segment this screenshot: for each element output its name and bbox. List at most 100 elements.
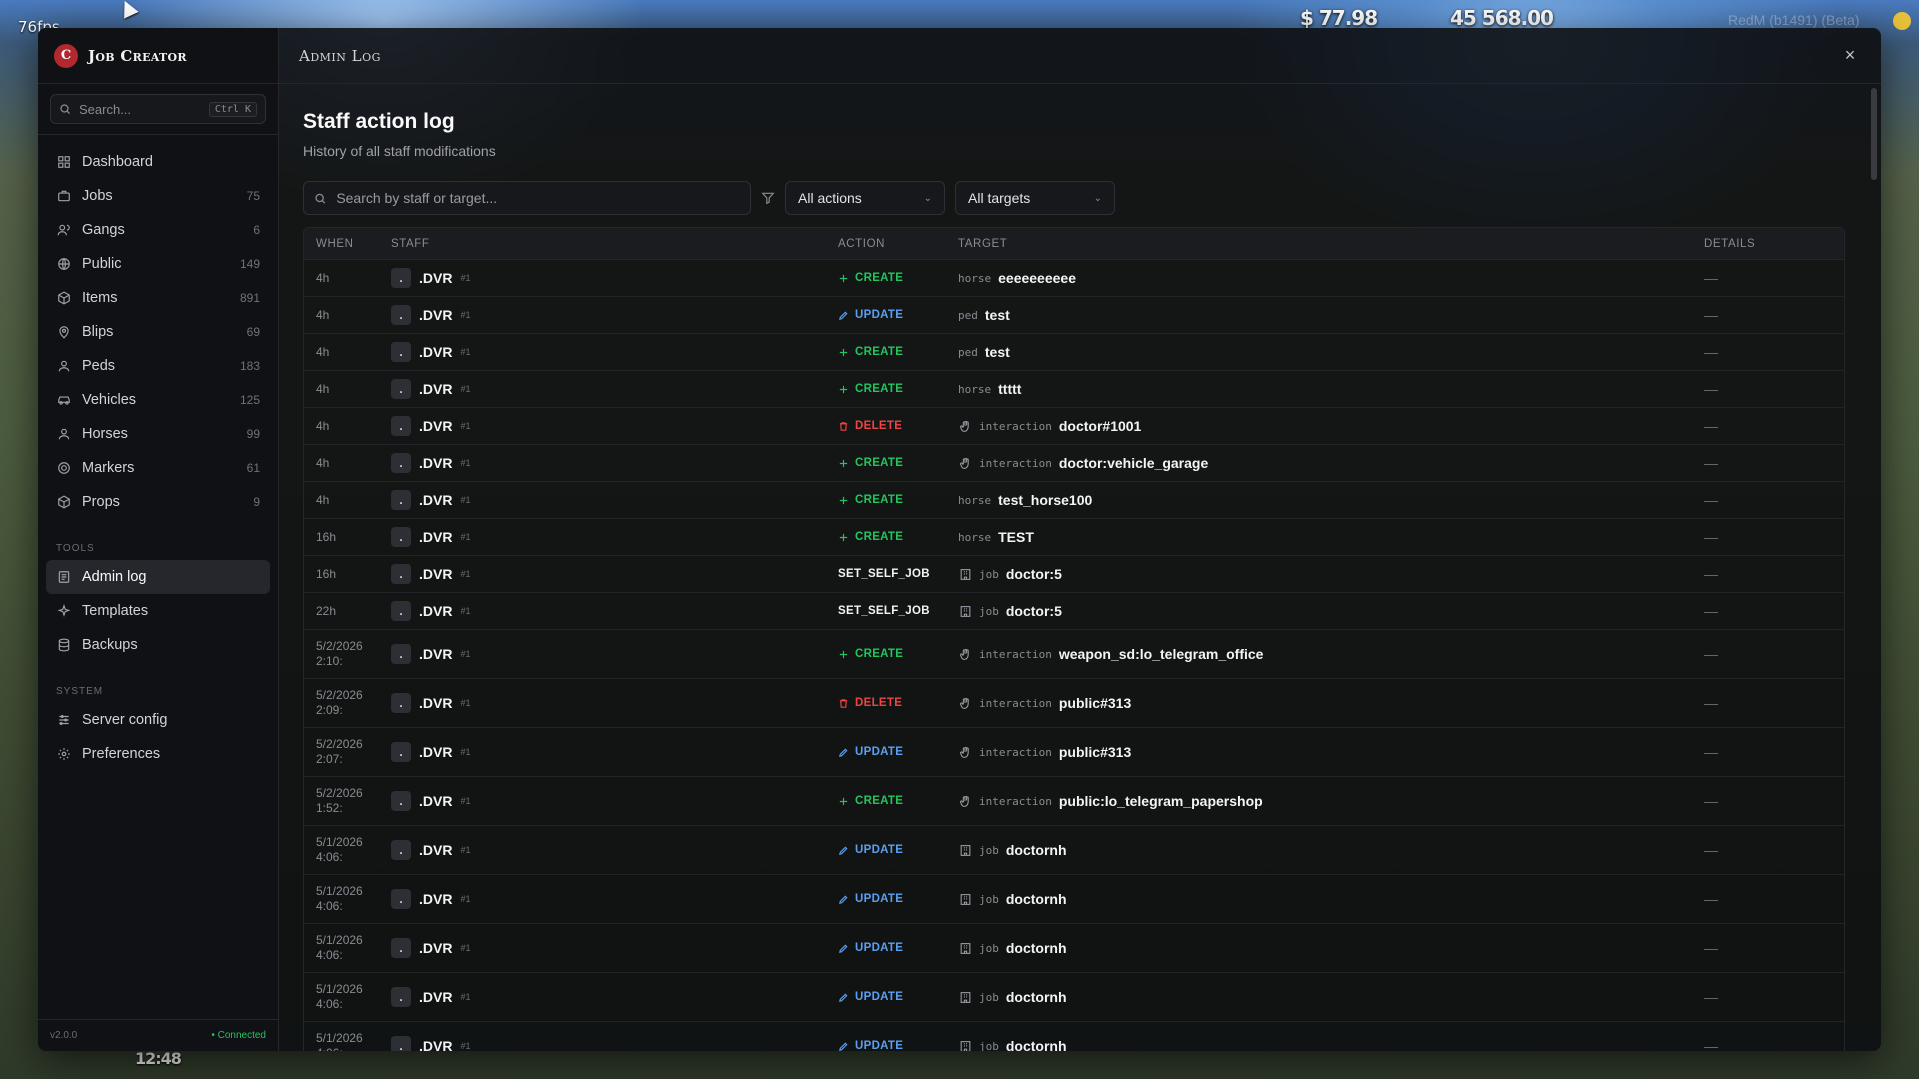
table-row[interactable]: 5/1/2026 4:06:. .DVR #1 UPDATE job doctornh —: [304, 924, 1844, 973]
sidebar-item-props[interactable]: Props 9: [46, 485, 270, 519]
log-table: When Staff Action Target Details 4h. .DVR…: [303, 227, 1845, 1051]
when-cell: 5/1/2026 4:06:: [316, 1031, 363, 1051]
chevron-down-icon: ⌄: [923, 192, 932, 204]
action-cell: SET_SELF_JOB: [838, 605, 958, 617]
sidebar-item-label: Peds: [82, 358, 116, 374]
avatar: .: [391, 268, 411, 288]
job-creator-window: C Job Creator Search... Ctrl K Dashboard…: [38, 28, 1881, 1051]
table-row[interactable]: 5/1/2026 4:06:. .DVR #1 UPDATE job doctornh —: [304, 875, 1844, 924]
pencil-icon: [838, 992, 849, 1003]
col-header-staff[interactable]: Staff: [391, 238, 838, 250]
staff-id: #1: [460, 649, 471, 659]
table-row[interactable]: 16h. .DVR #1 SET_SELF_JOB job doctor:5 —: [304, 556, 1844, 593]
sidebar-item-peds[interactable]: Peds 183: [46, 349, 270, 383]
sidebar-item-count: 69: [246, 325, 260, 339]
target-cell: horse eeeeeeeeee: [958, 270, 1704, 286]
staff-name: .DVR: [419, 989, 453, 1005]
staff-cell: . .DVR #1: [391, 305, 838, 325]
scrollbar-thumb[interactable]: [1871, 88, 1877, 180]
col-header-when[interactable]: When: [304, 238, 391, 250]
target-cell: interaction doctor#1001: [958, 418, 1704, 434]
sidebar-item-dashboard[interactable]: Dashboard: [46, 145, 270, 179]
details-cell: —: [1704, 492, 1718, 508]
table-row[interactable]: 5/1/2026 4:06:. .DVR #1 UPDATE job doctornh —: [304, 1022, 1844, 1051]
avatar: .: [391, 564, 411, 584]
sidebar-item-preferences[interactable]: Preferences: [46, 737, 270, 771]
details-cell: —: [1704, 418, 1718, 434]
staff-id: #1: [460, 698, 471, 708]
action-badge: UPDATE: [838, 746, 958, 758]
col-header-target[interactable]: Target: [958, 238, 1704, 250]
sidebar-item-markers[interactable]: Markers 61: [46, 451, 270, 485]
sidebar-item-label: Templates: [82, 603, 149, 619]
staff-name: .DVR: [419, 307, 453, 323]
staff-id: #1: [460, 992, 471, 1002]
target-filter-select[interactable]: All targets ⌄: [955, 181, 1115, 215]
table-row[interactable]: 4h. .DVR #1 CREATE horse test_horse100 —: [304, 482, 1844, 519]
avatar: .: [391, 416, 411, 436]
table-row[interactable]: 5/2/2026 2:09:. .DVR #1 DELETE interaction pu…: [304, 679, 1844, 728]
col-header-action[interactable]: Action: [838, 238, 958, 250]
sidebar-search[interactable]: Search... Ctrl K: [50, 94, 266, 124]
table-row[interactable]: 4h. .DVR #1 CREATE interaction doctor:vehicle…: [304, 445, 1844, 482]
sidebar-item-items[interactable]: Items 891: [46, 281, 270, 315]
table-row[interactable]: 4h. .DVR #1 DELETE interaction doctor#1001 —: [304, 408, 1844, 445]
table-row[interactable]: 4h. .DVR #1 CREATE horse ttttt —: [304, 371, 1844, 408]
hand-icon: [958, 456, 972, 470]
target-cell: ped test: [958, 307, 1704, 323]
sidebar-item-jobs[interactable]: Jobs 75: [46, 179, 270, 213]
target-name: eeeeeeeeee: [998, 270, 1076, 286]
target-type: horse: [958, 382, 992, 396]
action-badge: UPDATE: [838, 991, 958, 1003]
action-badge: CREATE: [838, 272, 958, 284]
avatar: .: [391, 1036, 411, 1051]
sidebar-item-gangs[interactable]: Gangs 6: [46, 213, 270, 247]
staff-cell: . .DVR #1: [391, 1036, 838, 1051]
staff-info: . .DVR #1: [391, 889, 838, 909]
table-row[interactable]: 5/2/2026 2:10:. .DVR #1 CREATE interaction we…: [304, 630, 1844, 679]
action-cell: SET_SELF_JOB: [838, 568, 958, 580]
hand-icon: [958, 696, 972, 710]
gear-icon: [56, 747, 71, 762]
sidebar-item-vehicles[interactable]: Vehicles 125: [46, 383, 270, 417]
table-row[interactable]: 5/2/2026 2:07:. .DVR #1 UPDATE interaction pu…: [304, 728, 1844, 777]
staff-name: .DVR: [419, 940, 453, 956]
sidebar-item-admin-log[interactable]: Admin log: [46, 560, 270, 594]
staff-name: .DVR: [419, 344, 453, 360]
details-cell: —: [1704, 270, 1718, 286]
table-row[interactable]: 16h. .DVR #1 CREATE horse TEST —: [304, 519, 1844, 556]
target-cell: ped test: [958, 344, 1704, 360]
close-button[interactable]: ×: [1839, 45, 1861, 67]
sidebar-item-blips[interactable]: Blips 69: [46, 315, 270, 349]
database-icon: [56, 638, 71, 653]
staff-info: . .DVR #1: [391, 268, 838, 288]
table-row[interactable]: 5/2/2026 1:52:. .DVR #1 CREATE interaction pu…: [304, 777, 1844, 826]
avatar: .: [391, 342, 411, 362]
action-label: CREATE: [855, 648, 904, 660]
sidebar-item-horses[interactable]: Horses 99: [46, 417, 270, 451]
action-filter-select[interactable]: All actions ⌄: [785, 181, 945, 215]
table-row[interactable]: 4h. .DVR #1 CREATE horse eeeeeeeeee —: [304, 260, 1844, 297]
sidebar-item-server-config[interactable]: Server config: [46, 703, 270, 737]
staff-id: #1: [460, 495, 471, 505]
col-header-details[interactable]: Details: [1704, 238, 1844, 250]
staff-cell: . .DVR #1: [391, 342, 838, 362]
sidebar-item-templates[interactable]: Templates: [46, 594, 270, 628]
table-row[interactable]: 4h. .DVR #1 CREATE ped test —: [304, 334, 1844, 371]
sidebar-item-public[interactable]: Public 149: [46, 247, 270, 281]
table-row[interactable]: 4h. .DVR #1 UPDATE ped test —: [304, 297, 1844, 334]
staff-info: . .DVR #1: [391, 342, 838, 362]
dashboard-icon: [56, 155, 71, 170]
sidebar-item-backups[interactable]: Backups: [46, 628, 270, 662]
log-search-input[interactable]: [336, 190, 740, 206]
table-row[interactable]: 5/1/2026 4:06:. .DVR #1 UPDATE job doctornh —: [304, 826, 1844, 875]
sidebar-item-count: 891: [239, 291, 260, 305]
pencil-icon: [838, 943, 849, 954]
table-row[interactable]: 22h. .DVR #1 SET_SELF_JOB job doctor:5 —: [304, 593, 1844, 630]
plus-icon: [838, 458, 849, 469]
staff-name: .DVR: [419, 566, 453, 582]
window-title: Admin Log: [299, 46, 381, 65]
table-row[interactable]: 5/1/2026 4:06:. .DVR #1 UPDATE job doctornh —: [304, 973, 1844, 1022]
details-cell: —: [1704, 566, 1718, 582]
staff-name: .DVR: [419, 646, 453, 662]
